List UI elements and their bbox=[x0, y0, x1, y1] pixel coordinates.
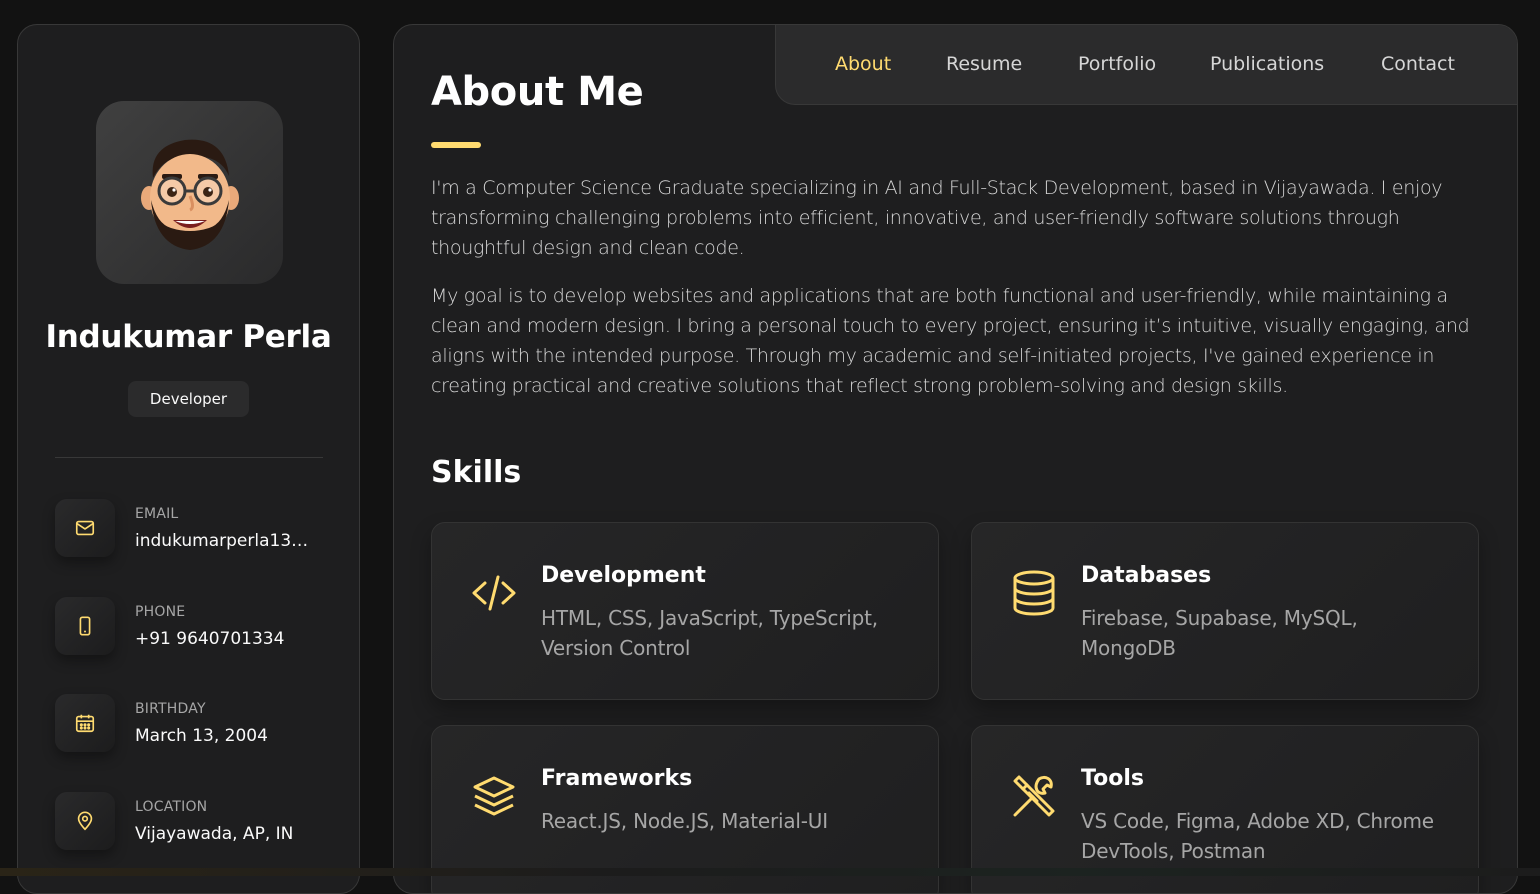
sidebar-separator bbox=[55, 457, 323, 458]
contact-phone-link[interactable]: +91 9640701334 bbox=[135, 629, 284, 649]
phone-icon bbox=[74, 615, 96, 637]
database-icon bbox=[1011, 569, 1057, 617]
skill-card-development: Development HTML, CSS, JavaScript, TypeS… bbox=[431, 522, 939, 700]
contact-location-value: Vijayawada, AP, IN bbox=[135, 824, 293, 844]
contact-birthday-value: March 13, 2004 bbox=[135, 726, 268, 746]
about-paragraph-1: I'm a Computer Science Graduate speciali… bbox=[431, 173, 1481, 263]
nav-portfolio[interactable]: Portfolio bbox=[1078, 53, 1156, 75]
skill-icon-box bbox=[468, 567, 520, 619]
nav-resume[interactable]: Resume bbox=[946, 53, 1022, 75]
calendar-icon bbox=[74, 712, 96, 734]
layers-icon bbox=[471, 773, 517, 819]
contact-icon-box bbox=[55, 597, 115, 655]
title-underline bbox=[431, 142, 481, 148]
mail-icon bbox=[74, 517, 96, 539]
contact-label: PHONE bbox=[135, 604, 185, 620]
contact-location: LOCATION Vijayawada, AP, IN bbox=[55, 792, 335, 852]
skill-name: Tools bbox=[1081, 766, 1144, 791]
contact-icon-box bbox=[55, 499, 115, 557]
code-icon bbox=[470, 569, 518, 617]
profile-title-badge: Developer bbox=[128, 381, 249, 417]
about-paragraph-2: My goal is to develop websites and appli… bbox=[431, 281, 1481, 401]
nav-about[interactable]: About bbox=[835, 53, 891, 75]
tools-icon bbox=[1009, 771, 1059, 821]
contact-phone: PHONE +91 9640701334 bbox=[55, 597, 335, 657]
memoji-avatar-icon bbox=[135, 128, 245, 258]
skill-desc: HTML, CSS, JavaScript, TypeScript, Versi… bbox=[541, 603, 901, 663]
skill-desc: React.JS, Node.JS, Material-UI bbox=[541, 806, 901, 836]
location-pin-icon bbox=[74, 810, 96, 832]
nav-contact[interactable]: Contact bbox=[1381, 53, 1455, 75]
page-title: About Me bbox=[431, 69, 643, 115]
contact-label: LOCATION bbox=[135, 799, 207, 815]
contact-icon-box bbox=[55, 694, 115, 752]
skill-icon-box bbox=[1008, 770, 1060, 822]
contact-email: EMAIL indukumarperla1313... bbox=[55, 499, 335, 559]
bottom-taskbar-strip bbox=[0, 868, 1540, 876]
main-content: About Resume Portfolio Publications Cont… bbox=[393, 24, 1518, 894]
skill-name: Development bbox=[541, 563, 706, 588]
contact-icon-box bbox=[55, 792, 115, 850]
sidebar: Indukumar Perla Developer EMAIL indukuma… bbox=[17, 24, 360, 894]
avatar bbox=[96, 101, 283, 284]
contact-label: BIRTHDAY bbox=[135, 701, 206, 717]
skill-desc: VS Code, Figma, Adobe XD, Chrome DevTool… bbox=[1081, 806, 1441, 866]
contact-label: EMAIL bbox=[135, 506, 178, 522]
contact-email-link[interactable]: indukumarperla1313... bbox=[135, 531, 317, 551]
skills-title: Skills bbox=[431, 455, 521, 490]
skill-name: Frameworks bbox=[541, 766, 692, 791]
nav-publications[interactable]: Publications bbox=[1210, 53, 1324, 75]
skill-icon-box bbox=[1008, 567, 1060, 619]
skill-name: Databases bbox=[1081, 563, 1211, 588]
skill-icon-box bbox=[468, 770, 520, 822]
skill-card-databases: Databases Firebase, Supabase, MySQL, Mon… bbox=[971, 522, 1479, 700]
navbar: About Resume Portfolio Publications Cont… bbox=[775, 24, 1518, 105]
profile-name: Indukumar Perla bbox=[18, 319, 359, 355]
skill-desc: Firebase, Supabase, MySQL, MongoDB bbox=[1081, 603, 1441, 663]
contact-birthday: BIRTHDAY March 13, 2004 bbox=[55, 694, 335, 754]
